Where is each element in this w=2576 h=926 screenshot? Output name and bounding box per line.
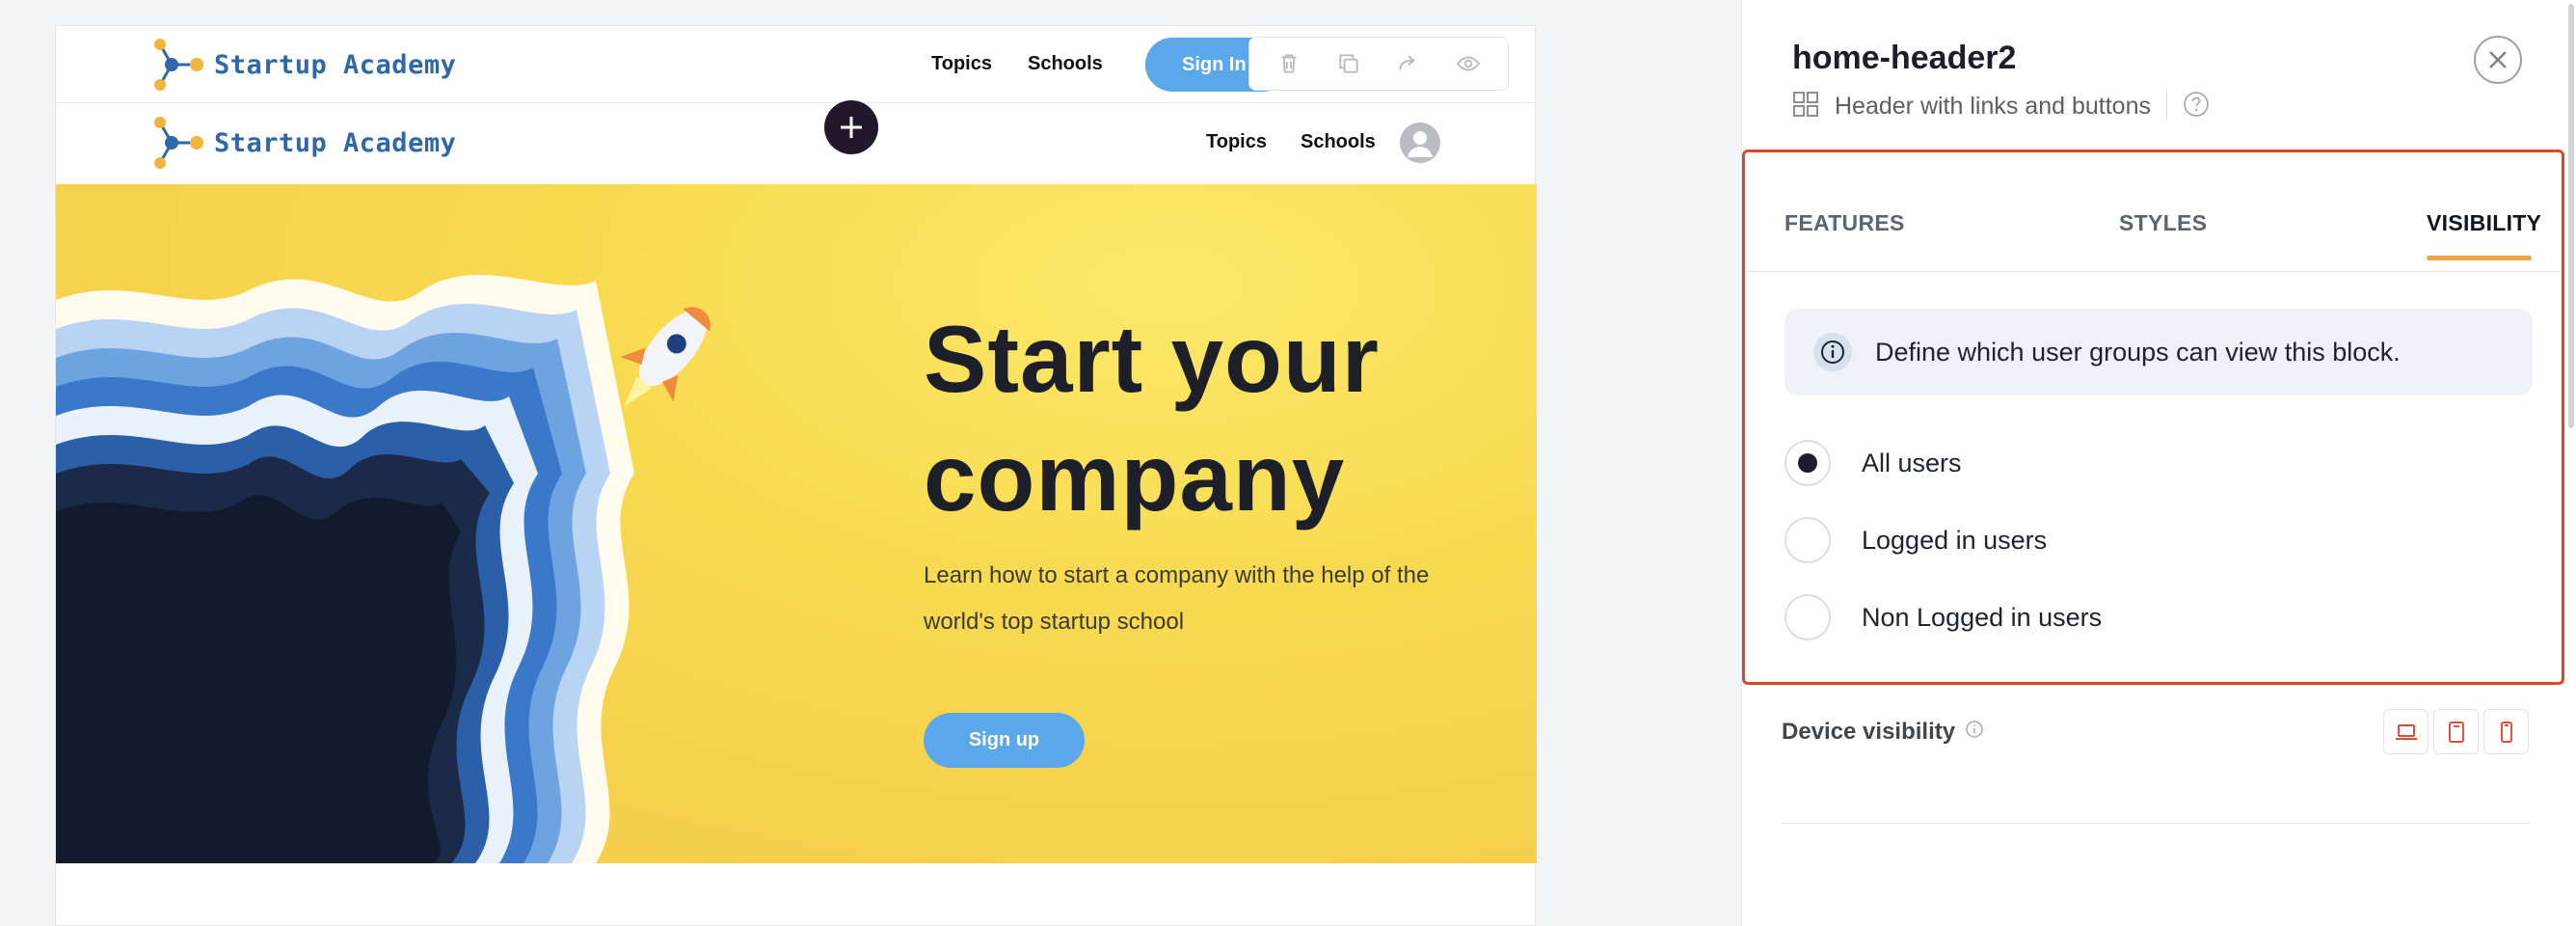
logo[interactable]: Startup Academy: [150, 117, 456, 169]
info-banner: Define which user groups can view this b…: [1784, 309, 2533, 395]
logo[interactable]: Startup Academy: [150, 39, 456, 91]
hero-section[interactable]: Start your company Learn how to start a …: [56, 184, 1537, 863]
block-name-title: home-header2: [1792, 40, 2017, 76]
phone-icon[interactable]: [2483, 709, 2529, 754]
grid-icon: [1792, 91, 1819, 123]
block-description: Header with links and buttons: [1835, 92, 2151, 120]
header-block[interactable]: Startup Academy Topics Schools: [56, 104, 1535, 181]
header-block-selected[interactable]: Startup Academy Topics Schools Sign In: [56, 26, 1535, 103]
device-visibility-text: Device visibility: [1782, 719, 1956, 745]
nav-link-topics[interactable]: Topics: [931, 53, 992, 75]
laptop-icon[interactable]: [2383, 709, 2428, 754]
duplicate-icon[interactable]: [1329, 44, 1368, 83]
plus-icon: [841, 117, 862, 138]
tab-visibility[interactable]: VISIBILITY: [2427, 210, 2541, 236]
logo-icon: [154, 39, 203, 91]
block-settings-panel: home-header2 Header with links and butto…: [1741, 0, 2576, 926]
logo-text: Startup Academy: [214, 127, 457, 158]
logo-icon: [154, 117, 203, 169]
nav-link-topics[interactable]: Topics: [1206, 131, 1267, 153]
radio-label: Logged in users: [1862, 525, 2048, 555]
radio-button[interactable]: [1784, 517, 1831, 563]
close-panel-button[interactable]: [2474, 36, 2522, 84]
hero-illustration: [56, 274, 711, 863]
nav-link-schools[interactable]: Schools: [1301, 131, 1376, 153]
forward-icon[interactable]: [1389, 44, 1428, 83]
visibility-option-all-users[interactable]: All users: [1784, 439, 1962, 487]
divider: [1782, 823, 2530, 824]
sign-up-button[interactable]: Sign up: [924, 713, 1085, 768]
settings-tabs: FEATURES STYLES VISIBILITY: [1745, 152, 2562, 272]
visibility-settings-section: FEATURES STYLES VISIBILITY Define which …: [1742, 150, 2564, 685]
divider: [2165, 92, 2167, 121]
help-icon[interactable]: [2183, 91, 2210, 123]
device-visibility-label: Device visibility: [1782, 719, 1984, 746]
editor-canvas: Startup Academy Topics Schools Sign In S…: [0, 0, 1741, 926]
block-toolbar: [1248, 37, 1509, 91]
device-visibility-row: Device visibility: [1782, 709, 2530, 757]
info-text: Define which user groups can view this b…: [1875, 337, 2401, 367]
radio-button-selected[interactable]: [1784, 440, 1831, 486]
visibility-option-non-logged-in[interactable]: Non Logged in users: [1784, 593, 2102, 641]
tablet-icon[interactable]: [2433, 709, 2479, 754]
radio-label: All users: [1862, 448, 1962, 477]
info-icon: [1813, 333, 1852, 371]
active-tab-indicator: [2427, 256, 2532, 260]
close-icon: [2489, 51, 2507, 68]
eye-icon[interactable]: [1449, 44, 1488, 83]
info-icon[interactable]: [1955, 719, 1984, 746]
radio-label: Non Logged in users: [1862, 602, 2103, 632]
visibility-option-logged-in[interactable]: Logged in users: [1784, 516, 2047, 564]
trash-icon[interactable]: [1270, 44, 1308, 83]
panel-scrollbar[interactable]: [2568, 4, 2574, 428]
logo-text: Startup Academy: [214, 49, 457, 80]
tab-features[interactable]: FEATURES: [1784, 210, 1905, 236]
nav-link-schools[interactable]: Schools: [1028, 53, 1103, 75]
add-block-button[interactable]: [824, 100, 878, 154]
tab-styles[interactable]: STYLES: [2119, 210, 2207, 236]
block-description-row: Header with links and buttons: [1792, 90, 2210, 123]
page-preview: Startup Academy Topics Schools Sign In S…: [55, 25, 1537, 926]
user-avatar-icon[interactable]: [1400, 123, 1440, 163]
hero-title: Start your company: [924, 306, 1380, 531]
radio-button[interactable]: [1784, 594, 1831, 640]
hero-subtitle: Learn how to start a company with the he…: [924, 562, 1430, 635]
